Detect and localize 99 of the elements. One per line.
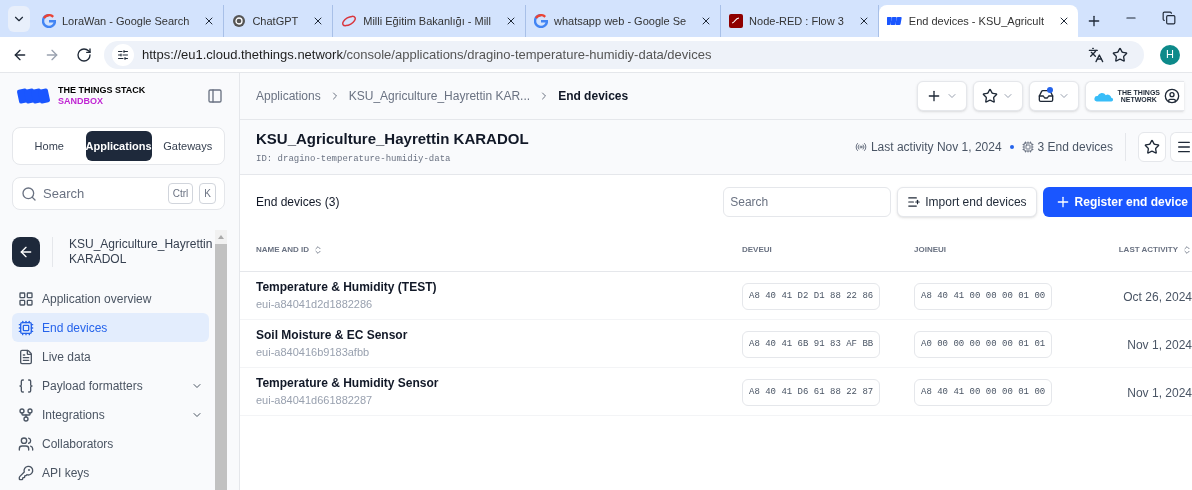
joineui-chip[interactable]: A8 40 41 00 00 00 01 00 — [914, 378, 1053, 407]
deveui-chip[interactable]: A8 40 41 6B 91 83 AF BB — [742, 330, 881, 359]
grid-icon — [18, 290, 34, 307]
nav-item[interactable]: Integrations — [12, 400, 209, 429]
cards-logo-icon — [16, 86, 50, 106]
flow-icon — [729, 14, 744, 28]
search-field[interactable]: Search — [723, 187, 892, 217]
device-name[interactable]: Temperature & Humidity (TEST) — [256, 278, 742, 297]
last-activity-cell: Oct 26, 2024 — [1123, 289, 1192, 304]
device-id: eui-a840416b9183afbb — [256, 345, 371, 361]
close-icon[interactable] — [1058, 15, 1070, 27]
tab-title: End devices - KSU_Agricult — [908, 13, 1044, 29]
collapse-sidebar-icon[interactable] — [207, 88, 223, 104]
shortcut-key: K — [199, 183, 216, 204]
application-title: KSU_Agriculture_Hayrettin KARADOL — [256, 129, 529, 149]
register-button[interactable]: Register end device — [1042, 187, 1192, 217]
restore-icon[interactable] — [1162, 11, 1176, 25]
last-activity: Last activity Nov 1, 2024 — [870, 139, 1002, 156]
switcher-tab[interactable]: Applications — [85, 131, 152, 161]
google-icon — [534, 14, 548, 28]
star-icon — [1144, 139, 1160, 155]
search-icon — [21, 185, 37, 202]
close-icon[interactable] — [505, 15, 517, 27]
import-button[interactable]: Import end devices — [897, 187, 1037, 217]
list-icon — [18, 348, 34, 365]
switcher-tab[interactable]: Home — [17, 131, 82, 161]
nav-item[interactable]: Live data — [12, 342, 209, 371]
search-field[interactable]: Search Ctrl K — [12, 177, 225, 210]
users-icon — [18, 435, 34, 452]
joineui-chip[interactable]: A8 40 41 00 00 00 01 00 — [914, 282, 1053, 311]
device-name[interactable]: Soil Moisture & EC Sensor — [256, 326, 742, 345]
tab-title: LoraWan - Google Search — [62, 13, 190, 29]
knot-icon — [232, 14, 247, 28]
logo-subtitle: SANDBOX — [58, 96, 104, 107]
breadcrumb[interactable]: KSU_Agriculture_Hayrettin KAR... — [348, 87, 531, 105]
profile-avatar[interactable]: H — [1160, 44, 1180, 65]
deveui-chip[interactable]: A8 40 41 D2 D1 88 22 86 — [742, 282, 881, 311]
device-name[interactable]: Temperature & Humidity Sensor — [256, 374, 742, 393]
bookmarks-button[interactable] — [972, 81, 1023, 111]
column-header: DEVEUI — [742, 244, 772, 256]
swirl-icon — [341, 14, 358, 28]
joineui-chip[interactable]: A0 00 00 00 00 00 01 01 — [914, 330, 1053, 359]
tab-title: ChatGPT — [252, 13, 299, 29]
add-menu-button[interactable] — [916, 81, 967, 111]
bookmark-icon[interactable] — [1112, 46, 1128, 63]
application-name: KSU_Agriculture_Hayrettin KARADOL — [52, 237, 213, 267]
star-button[interactable] — [1138, 132, 1166, 162]
chip-icon — [1021, 141, 1034, 153]
tab-title: Milli Eğitim Bakanlığı - Mill — [363, 13, 491, 29]
tab-list-button[interactable] — [8, 6, 30, 32]
user-icon — [1164, 88, 1180, 104]
braces-icon — [18, 377, 34, 394]
menu-icon — [1176, 139, 1192, 155]
signal-icon — [854, 141, 867, 153]
nav-item[interactable]: End devices — [12, 313, 209, 342]
star-icon — [981, 88, 998, 104]
url-text: https://eu1.cloud.thethings.network/console/applications/dragino-temperature-humidiy-data/devices — [142, 45, 713, 64]
chip-icon — [18, 319, 34, 336]
last-activity-cell: Nov 1, 2024 — [1127, 337, 1192, 352]
tab-title: whatsapp web - Google Se — [554, 13, 687, 29]
breadcrumb[interactable]: Applications — [256, 87, 321, 105]
shortcut-key: Ctrl — [167, 183, 194, 204]
nav-item[interactable]: Collaborators — [12, 429, 209, 458]
site-info-button[interactable] — [112, 43, 134, 66]
column-header: JOINEUI — [914, 244, 946, 256]
scroll-up-icon — [218, 235, 224, 239]
scrollbar[interactable] — [215, 230, 227, 490]
logo-title: THE THINGS STACK — [58, 85, 146, 96]
browser-tab[interactable]: End devices - KSU_Agricult — [878, 5, 1078, 37]
switcher-tab[interactable]: Gateways — [155, 131, 220, 161]
tab-title: Node-RED : Flow 3 — [749, 13, 844, 29]
cloud-icon — [1093, 90, 1114, 102]
google-icon — [42, 14, 56, 28]
notifications-button[interactable] — [1028, 81, 1079, 111]
device-id: eui-a84041d661882287 — [256, 393, 374, 409]
back-button[interactable] — [12, 237, 40, 267]
column-header[interactable]: LAST ACTIVITY — [1118, 244, 1178, 256]
translate-icon[interactable] — [1088, 46, 1104, 63]
reload-icon[interactable] — [76, 46, 92, 63]
fork-icon — [18, 406, 34, 423]
nav-item[interactable]: Application overview — [12, 284, 209, 313]
list-plus-icon — [907, 195, 922, 209]
address-bar[interactable]: https://eu1.cloud.thethings.network/console/applications/dragino-temperature-humidiy-data/devices — [104, 40, 1144, 69]
column-header[interactable]: NAME AND ID — [256, 244, 310, 256]
key-icon — [18, 464, 34, 481]
nav-item[interactable]: API keys — [12, 458, 209, 487]
device-id: eui-a84041d2d1882286 — [256, 297, 374, 313]
nav-item[interactable]: Payload formatters — [12, 371, 209, 400]
sliders-icon — [117, 48, 129, 61]
inbox-icon — [1037, 88, 1054, 104]
last-activity-cell: Nov 1, 2024 — [1127, 385, 1192, 400]
new-tab-icon[interactable] — [1086, 13, 1102, 29]
section-title: End devices (3) — [256, 194, 340, 211]
cards-icon — [886, 16, 903, 26]
application-id: ID: dragino-temperature-humidiy-data — [256, 152, 452, 166]
device-count: 3 End devices — [1037, 139, 1113, 156]
deveui-chip[interactable]: A8 40 41 D6 61 88 22 87 — [742, 378, 881, 407]
menu-button[interactable] — [1170, 132, 1192, 162]
breadcrumb: End devices — [558, 88, 629, 105]
